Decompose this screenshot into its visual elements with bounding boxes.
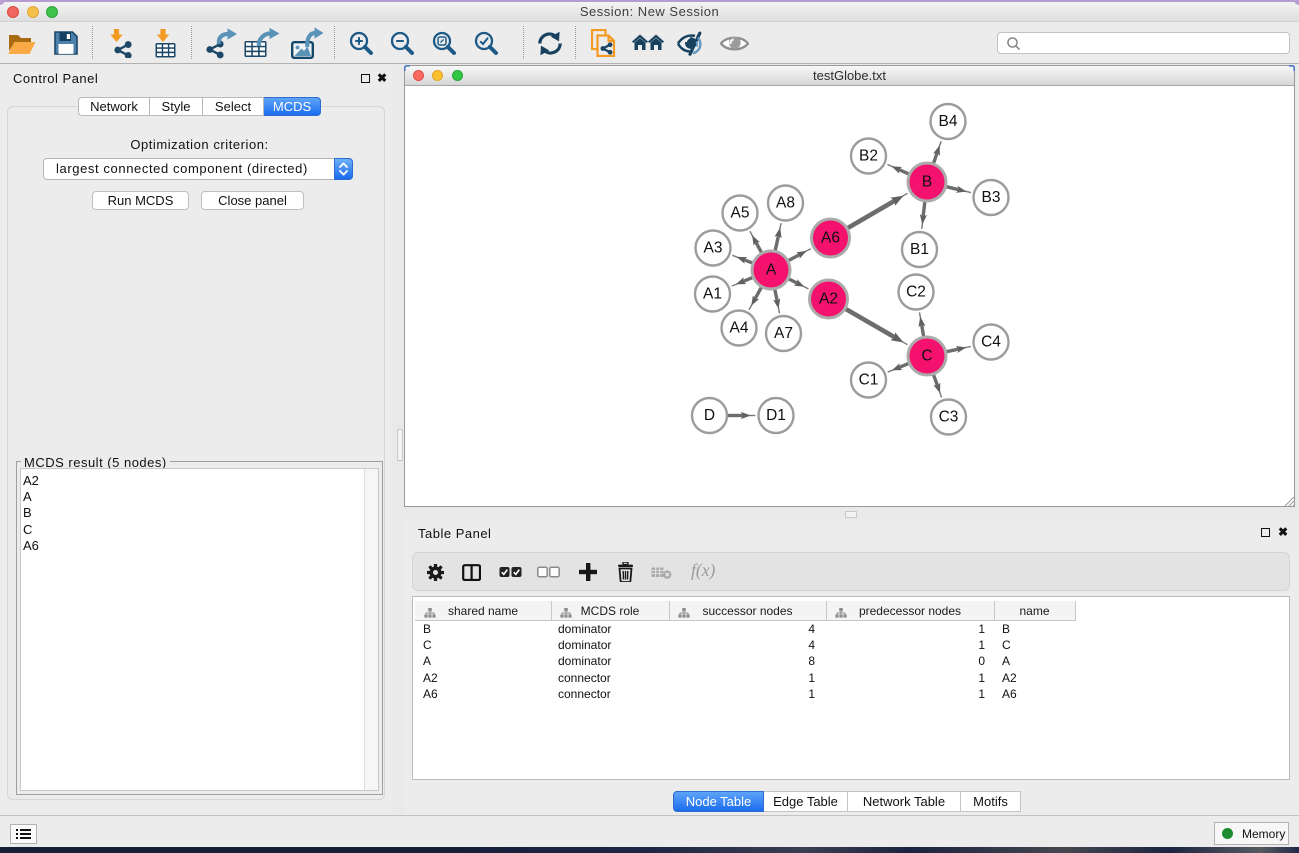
- svg-text:A3: A3: [704, 240, 723, 257]
- svg-text:A4: A4: [730, 320, 749, 337]
- svg-text:A: A: [766, 262, 777, 279]
- svg-text:C3: C3: [939, 409, 959, 426]
- svg-text:B: B: [922, 174, 932, 191]
- svg-text:D: D: [704, 407, 715, 424]
- svg-text:B2: B2: [859, 148, 878, 165]
- svg-text:A6: A6: [821, 230, 840, 247]
- svg-text:A1: A1: [703, 286, 722, 303]
- svg-text:B3: B3: [982, 189, 1001, 206]
- svg-text:B1: B1: [910, 241, 929, 258]
- svg-text:C: C: [921, 348, 932, 365]
- svg-text:D1: D1: [766, 407, 786, 424]
- svg-text:C4: C4: [981, 334, 1001, 351]
- svg-text:A5: A5: [731, 205, 750, 222]
- svg-text:A2: A2: [819, 291, 838, 308]
- svg-text:A8: A8: [776, 195, 795, 212]
- svg-text:C1: C1: [859, 372, 879, 389]
- svg-text:B4: B4: [939, 113, 958, 130]
- svg-text:A7: A7: [774, 325, 793, 342]
- svg-text:C2: C2: [906, 284, 926, 301]
